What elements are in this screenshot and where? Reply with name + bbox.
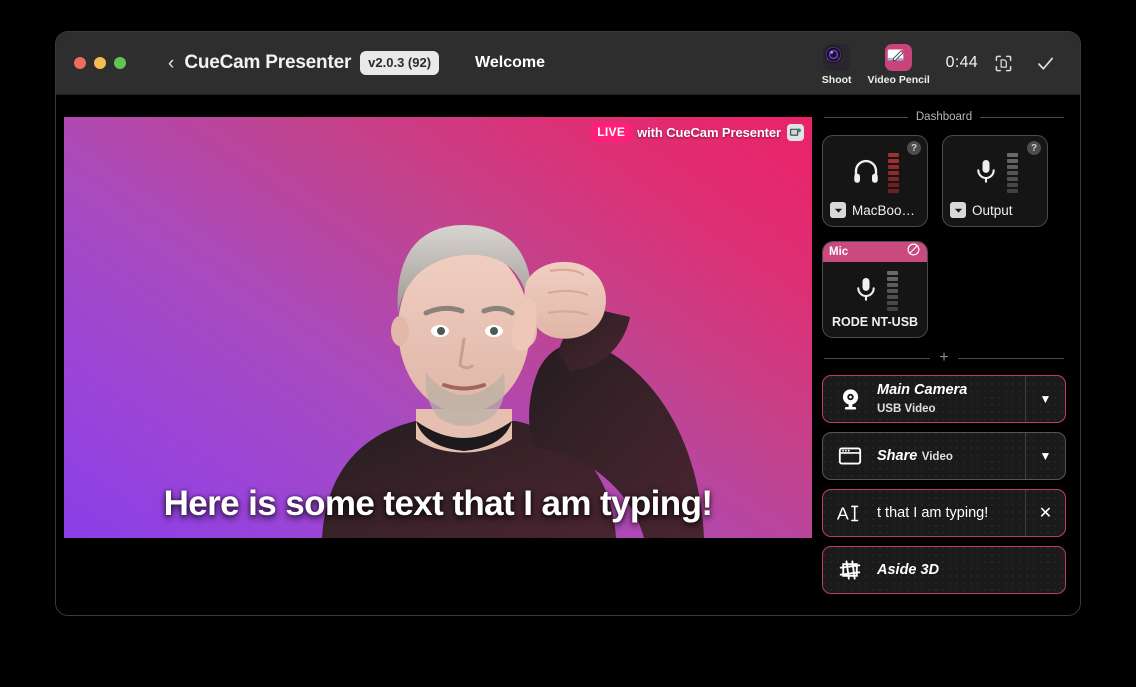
mic-card-body xyxy=(823,262,927,315)
live-badge: LIVE with CueCam Presenter xyxy=(591,123,804,142)
source-text-main-camera: Main Camera USB Video xyxy=(877,381,1025,417)
text-cursor-icon: A xyxy=(823,500,877,526)
video-caption: Here is some text that I am typing! xyxy=(163,484,713,523)
divider-left xyxy=(824,116,908,118)
dashboard-label: Dashboard xyxy=(915,111,973,123)
app-title: CueCam Presenter xyxy=(184,52,352,73)
output-device-card[interactable]: ? Output xyxy=(942,135,1048,227)
mic-card-header: Mic xyxy=(823,242,927,262)
mic-card-label: Mic xyxy=(829,246,849,258)
close-window-button[interactable] xyxy=(74,57,86,69)
document-title: Welcome xyxy=(475,54,545,71)
cuecam-app-icon xyxy=(787,124,804,141)
window-share-icon xyxy=(823,443,877,469)
source-row-share[interactable]: Share Video ▼ xyxy=(822,432,1066,480)
shoot-app-label: Shoot xyxy=(821,73,852,86)
live-badge-text: with CueCam Presenter xyxy=(637,125,781,140)
divider-left xyxy=(824,357,931,359)
chevron-down-icon[interactable]: ▼ xyxy=(1025,376,1065,422)
source-title: t that I am typing! xyxy=(877,505,989,521)
titlebar: ‹ CueCam Presenter v2.0.3 (92) Welcome S… xyxy=(56,32,1080,95)
add-source-button[interactable]: + xyxy=(939,350,948,366)
microphone-icon xyxy=(852,275,880,308)
live-pill-label: LIVE xyxy=(591,123,632,142)
chevron-down-icon[interactable] xyxy=(830,202,846,218)
headphones-level-meter xyxy=(888,153,899,193)
help-icon[interactable]: ? xyxy=(1027,141,1041,155)
app-window: ‹ CueCam Presenter v2.0.3 (92) Welcome S… xyxy=(56,32,1080,615)
chevron-down-icon[interactable]: ▼ xyxy=(1025,433,1065,479)
video-pencil-app-button[interactable]: Video Pencil xyxy=(868,41,930,86)
io-cards: ? MacBook… ? Output xyxy=(822,135,1066,227)
window-controls xyxy=(56,57,126,69)
source-title: Aside 3D xyxy=(877,562,940,578)
maximize-window-button[interactable] xyxy=(114,57,126,69)
chevron-down-icon[interactable] xyxy=(950,202,966,218)
headphones-icon xyxy=(851,156,881,191)
headphones-device-name: MacBook… xyxy=(852,202,920,218)
divider-right xyxy=(957,357,1064,359)
video-preview-area: LIVE with CueCam Presenter Here is some … xyxy=(56,95,812,615)
dashboard-section-header: Dashboard xyxy=(822,111,1066,123)
mic-input-card[interactable]: Mic RODE NT-USB xyxy=(822,241,928,338)
headphones-card-footer[interactable]: MacBook… xyxy=(823,202,927,226)
pencil-canvas-icon xyxy=(885,43,913,71)
source-row-text[interactable]: A t that I am typing! ✕ xyxy=(822,489,1066,537)
video-preview[interactable]: LIVE with CueCam Presenter Here is some … xyxy=(64,117,812,538)
screen: ‹ CueCam Presenter v2.0.3 (92) Welcome S… xyxy=(0,0,1136,687)
source-text-aside: Aside 3D xyxy=(877,561,1065,579)
source-title: Main Camera xyxy=(877,382,968,398)
headphones-output-card[interactable]: ? MacBook… xyxy=(822,135,928,227)
source-subtitle: Video xyxy=(921,451,953,463)
cube-3d-icon xyxy=(823,556,877,584)
source-text-typed: t that I am typing! xyxy=(877,504,1025,522)
mic-device-name: RODE NT-USB xyxy=(831,315,919,329)
help-icon[interactable]: ? xyxy=(907,141,921,155)
document-scan-icon[interactable] xyxy=(986,46,1020,80)
camera-lens-icon xyxy=(823,43,851,71)
recording-timer: 0:44 xyxy=(945,54,978,71)
source-subtitle: USB Video xyxy=(877,403,936,415)
source-title: Share xyxy=(877,448,918,464)
divider-right xyxy=(980,116,1065,118)
source-row-main-camera[interactable]: Main Camera USB Video ▼ xyxy=(822,375,1066,423)
presenter-video-figure xyxy=(322,225,704,538)
output-device-name: Output xyxy=(972,202,1013,218)
mic-level-meter xyxy=(887,271,898,311)
video-pencil-app-label: Video Pencil xyxy=(867,73,930,86)
svg-text:A: A xyxy=(837,504,849,524)
minimize-window-button[interactable] xyxy=(94,57,106,69)
back-chevron-icon[interactable]: ‹ xyxy=(168,54,174,73)
close-icon[interactable]: ✕ xyxy=(1025,490,1065,536)
version-badge: v2.0.3 (92) xyxy=(360,51,440,75)
source-list: Main Camera USB Video ▼ Share Video ▼ A … xyxy=(822,375,1066,594)
webcam-icon xyxy=(823,387,877,412)
output-level-meter xyxy=(1007,153,1018,193)
source-text-share: Share Video xyxy=(877,447,1025,465)
titlebar-actions: Shoot Video Pencil 0:44 xyxy=(806,32,1080,94)
dashboard-panel: Dashboard ? MacBook… ? Output Mic RODE N… xyxy=(812,95,1080,615)
microphone-icon xyxy=(972,157,1000,190)
source-row-aside-3d[interactable]: Aside 3D xyxy=(822,546,1066,594)
checkmark-icon[interactable] xyxy=(1028,46,1062,80)
output-card-footer[interactable]: Output xyxy=(943,202,1047,226)
window-body: LIVE with CueCam Presenter Here is some … xyxy=(56,95,1080,615)
add-source-divider: + xyxy=(824,350,1064,366)
mic-muted-slash-icon[interactable] xyxy=(906,242,921,262)
shoot-app-button[interactable]: Shoot xyxy=(806,41,868,86)
